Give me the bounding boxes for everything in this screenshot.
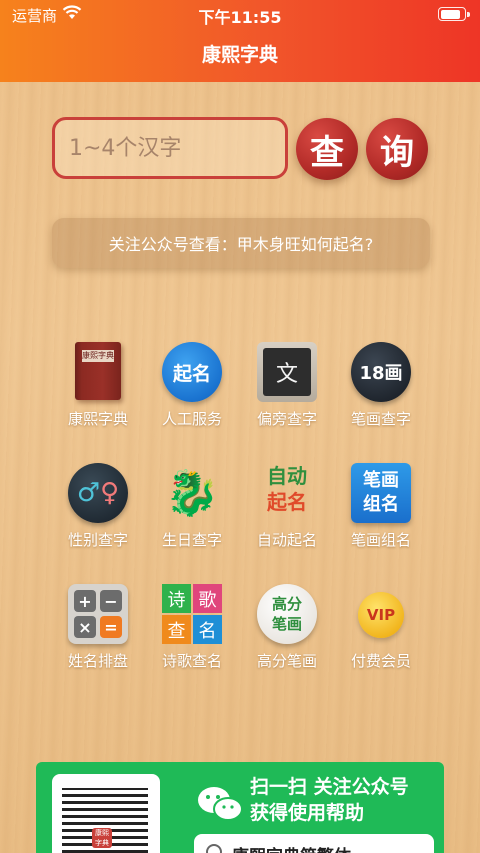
qiming-badge-icon: 起名 [162, 342, 222, 402]
notice-banner[interactable]: 关注公众号查看：甲木身旺如何起名? [52, 218, 430, 268]
wechat-search-text: 康熙字典简繁体 [232, 842, 351, 853]
grid-item-birthday-lookup[interactable]: 🐉 生日查字 [147, 463, 237, 563]
promo-text: 扫一扫 关注公众号 获得使用帮助 [250, 776, 409, 824]
grid-item-name-analysis[interactable]: + − × = 姓名排盘 [53, 584, 143, 684]
grid-item-stroke-lookup[interactable]: 18画 笔画查字 [336, 342, 426, 442]
grid-item-gender-lookup[interactable]: ♂ ♀ 性别查字 [53, 463, 143, 563]
notice-text: 关注公众号查看：甲木身旺如何起名? [108, 235, 374, 254]
battery-icon [438, 7, 470, 21]
search-input[interactable] [52, 117, 288, 179]
grid-item-label: 自动起名 [256, 531, 317, 549]
grid-item-high-score-strokes[interactable]: 高分 笔画 高分笔画 [242, 584, 332, 684]
grid-item-label: 笔画组名 [350, 531, 411, 549]
calculator-icon: + − × = [68, 584, 128, 644]
grid-item-label: 诗歌查名 [161, 652, 222, 670]
poem-tiles-icon: 诗 歌 查 名 [162, 584, 222, 644]
qr-logo: 康熙字典 [92, 828, 112, 848]
grid-item-radical-lookup[interactable]: 文 偏旁查字 [242, 342, 332, 442]
grid-item-label: 付费会员 [350, 652, 411, 670]
stroke-18-icon: 18画 [351, 342, 411, 402]
grid-item-human-service[interactable]: 起名 人工服务 [147, 342, 237, 442]
book-icon: 康熙字典 [75, 342, 121, 400]
search-button-xun[interactable]: 询 [366, 118, 428, 180]
grid-item-poem-naming[interactable]: 诗 歌 查 名 诗歌查名 [147, 584, 237, 684]
search-icon [206, 844, 222, 853]
stroke-combo-icon: 笔画 组名 [351, 463, 411, 523]
grid-item-label: 姓名排盘 [67, 652, 128, 670]
grid-item-label: 偏旁查字 [256, 410, 317, 428]
grid-item-label: 性别查字 [67, 531, 128, 549]
grid-item-label: 生日查字 [161, 531, 222, 549]
high-score-icon: 高分 笔画 [257, 584, 317, 644]
dragon-icon: 🐉 [164, 468, 220, 519]
wechat-icon [198, 787, 243, 821]
wechat-search-box: 康熙字典简繁体 [194, 834, 434, 853]
blackboard-icon: 文 [257, 342, 317, 402]
wechat-promo-banner: 康熙字典 扫一扫 关注公众号 获得使用帮助 康熙字典简繁体 [36, 762, 444, 853]
grid-item-kangxi-dictionary[interactable]: 康熙字典 康熙字典 [53, 342, 143, 442]
gender-icon: ♂ ♀ [68, 463, 128, 523]
header-bar: 运营商 下午11:55 康熙字典 [0, 0, 480, 82]
search-button-cha[interactable]: 查 [296, 118, 358, 180]
grid-item-label: 人工服务 [161, 410, 222, 428]
page-title: 康熙字典 [201, 44, 278, 66]
grid-item-paid-membership[interactable]: VIP 付费会员 [336, 584, 426, 684]
grid-item-auto-naming[interactable]: 自动 起名 自动起名 [242, 463, 332, 563]
grid-item-label: 康熙字典 [67, 410, 128, 428]
vip-icon: VIP [358, 592, 404, 638]
grid-item-stroke-combo[interactable]: 笔画 组名 笔画组名 [336, 463, 426, 563]
grid-item-label: 笔画查字 [350, 410, 411, 428]
grid-item-label: 高分笔画 [256, 652, 317, 670]
clock: 下午11:55 [198, 8, 282, 27]
status-bar: 运营商 下午11:55 [0, 0, 480, 28]
auto-naming-icon: 自动 起名 [267, 464, 307, 514]
qr-code: 康熙字典 [52, 774, 160, 853]
battery-fill [440, 9, 461, 19]
